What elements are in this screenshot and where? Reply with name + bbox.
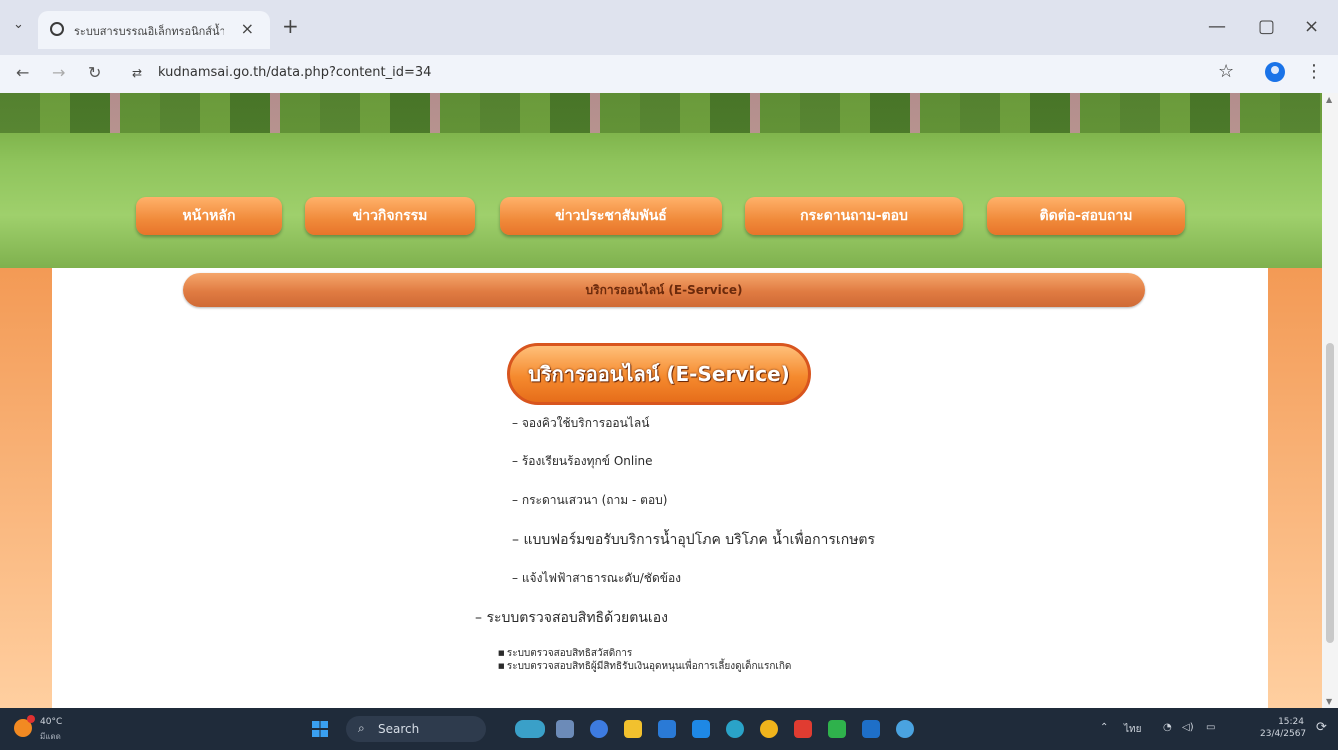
link-newborn-subsidy[interactable]: ระบบตรวจสอบสิทธิผู้มีสิทธิรับเงินอุดหนุน… bbox=[498, 660, 792, 673]
maximize-button[interactable]: ▢ bbox=[1258, 16, 1275, 37]
scroll-up-icon[interactable]: ▲ bbox=[1326, 95, 1332, 104]
chrome-icon[interactable] bbox=[760, 720, 778, 738]
browser-tab[interactable]: ระบบสารบรรณอิเล็กทรอนิกส์น้ำใส × bbox=[38, 11, 270, 49]
browser-toolbar: ← → ↻ ⇄ kudnamsai.go.th/data.php?content… bbox=[0, 55, 1338, 93]
search-label: Search bbox=[378, 722, 420, 736]
weather-temp[interactable]: 40°C bbox=[40, 717, 62, 727]
tab-list-chevron-icon[interactable]: ⌄ bbox=[13, 17, 24, 32]
task-view-icon[interactable] bbox=[556, 720, 574, 738]
mail-icon[interactable] bbox=[692, 720, 710, 738]
edge-icon[interactable] bbox=[726, 720, 744, 738]
browser-tab-bar: ⌄ ระบบสารบรรณอิเล็กทรอนิกส์น้ำใส × + — ▢… bbox=[0, 0, 1338, 55]
site-nav: หน้าหลัก ข่าวกิจกรรม ข่าวประชาสัมพันธ์ ก… bbox=[0, 193, 1322, 243]
more-menu-icon[interactable]: ⋮ bbox=[1305, 61, 1323, 82]
search-icon: ⌕ bbox=[358, 721, 365, 735]
tab-title: ระบบสารบรรณอิเล็กทรอนิกส์น้ำใส bbox=[74, 25, 224, 38]
link-queue-booking[interactable]: – จองคิวใช้บริการออนไลน์ bbox=[512, 414, 649, 433]
word-icon[interactable] bbox=[862, 720, 880, 738]
close-window-button[interactable]: × bbox=[1304, 16, 1319, 37]
nav-home[interactable]: หน้าหลัก bbox=[136, 197, 282, 235]
minimize-button[interactable]: — bbox=[1208, 16, 1226, 37]
system-clock[interactable]: 15:24 23/4/2567 bbox=[1260, 716, 1307, 740]
file-explorer-icon[interactable] bbox=[624, 720, 642, 738]
bookmark-star-icon[interactable]: ☆ bbox=[1218, 61, 1234, 82]
clock-date: 23/4/2567 bbox=[1260, 729, 1307, 739]
scroll-down-icon[interactable]: ▼ bbox=[1326, 697, 1332, 706]
clock-time: 15:24 bbox=[1278, 717, 1304, 727]
windows-start-icon[interactable] bbox=[312, 721, 328, 737]
input-language[interactable]: ไทย bbox=[1124, 722, 1141, 737]
weather-condition[interactable]: มีแดด bbox=[40, 730, 61, 743]
app-icon[interactable] bbox=[896, 720, 914, 738]
tab-close-icon[interactable]: × bbox=[241, 19, 254, 38]
wifi-icon[interactable]: ◔ bbox=[1163, 722, 1172, 733]
pdf-reader-icon[interactable] bbox=[794, 720, 812, 738]
teams-icon[interactable] bbox=[590, 720, 608, 738]
banner-garden-image bbox=[0, 93, 1322, 133]
volume-icon[interactable]: ◁) bbox=[1182, 722, 1194, 733]
notification-badge bbox=[27, 715, 35, 723]
link-welfare-rights[interactable]: ระบบตรวจสอบสิทธิสวัสดิการ bbox=[498, 647, 791, 660]
link-qa-forum[interactable]: – กระดานเสวนา (ถาม - ตอบ) bbox=[512, 491, 667, 510]
profile-avatar-icon[interactable] bbox=[1265, 62, 1285, 82]
address-bar[interactable]: kudnamsai.go.th/data.php?content_id=34 bbox=[158, 65, 431, 80]
link-water-service-form[interactable]: – แบบฟอร์มขอรับบริการน้ำอุปโภค บริโภค น้… bbox=[512, 529, 875, 551]
back-arrow-icon[interactable]: ← bbox=[16, 63, 29, 82]
section-title-bar: บริการออนไลน์ (E-Service) bbox=[183, 273, 1145, 307]
vertical-scrollbar[interactable]: ▲ ▼ bbox=[1322, 93, 1338, 708]
notifications-icon[interactable]: ⟳ bbox=[1316, 720, 1327, 735]
new-tab-button[interactable]: + bbox=[282, 14, 299, 38]
nav-qa-board[interactable]: กระดานถาม-ตอบ bbox=[745, 197, 963, 235]
battery-icon[interactable]: ▭ bbox=[1206, 722, 1215, 733]
left-decor-strip bbox=[0, 268, 52, 708]
forward-arrow-icon[interactable]: → bbox=[52, 63, 65, 82]
nav-activities[interactable]: ข่าวกิจกรรม bbox=[305, 197, 475, 235]
rights-check-list: ระบบตรวจสอบสิทธิสวัสดิการ ระบบตรวจสอบสิท… bbox=[498, 647, 792, 673]
reload-icon[interactable]: ↻ bbox=[88, 63, 101, 82]
store-icon[interactable] bbox=[658, 720, 676, 738]
eservice-badge: บริการออนไลน์ (E-Service) bbox=[507, 343, 811, 405]
link-complaints[interactable]: – ร้องเรียนร้องทุกข์ Online bbox=[512, 452, 653, 471]
taskbar: 40°C มีแดด ⌕ Search ⌃ ไทย ◔ ◁) ▭ 15:24 2… bbox=[0, 708, 1338, 750]
nav-announcements[interactable]: ข่าวประชาสัมพันธ์ bbox=[500, 197, 722, 235]
nav-contact[interactable]: ติดต่อ-สอบถาม bbox=[987, 197, 1185, 235]
web-page: หน้าหลัก ข่าวกิจกรรม ข่าวประชาสัมพันธ์ ก… bbox=[0, 93, 1322, 708]
rights-check-heading: – ระบบตรวจสอบสิทธิด้วยตนเอง bbox=[475, 610, 668, 626]
tray-expand-icon[interactable]: ⌃ bbox=[1100, 722, 1108, 733]
taskbar-search[interactable]: ⌕ Search bbox=[346, 716, 486, 742]
widgets-icon[interactable] bbox=[515, 720, 545, 738]
site-settings-icon[interactable]: ⇄ bbox=[132, 66, 142, 80]
globe-icon bbox=[50, 22, 64, 36]
right-decor-strip bbox=[1268, 268, 1322, 708]
scrollbar-thumb[interactable] bbox=[1326, 343, 1334, 643]
link-streetlight-report[interactable]: – แจ้งไฟฟ้าสาธารณะดับ/ชัดข้อง bbox=[512, 569, 681, 588]
line-app-icon[interactable] bbox=[828, 720, 846, 738]
